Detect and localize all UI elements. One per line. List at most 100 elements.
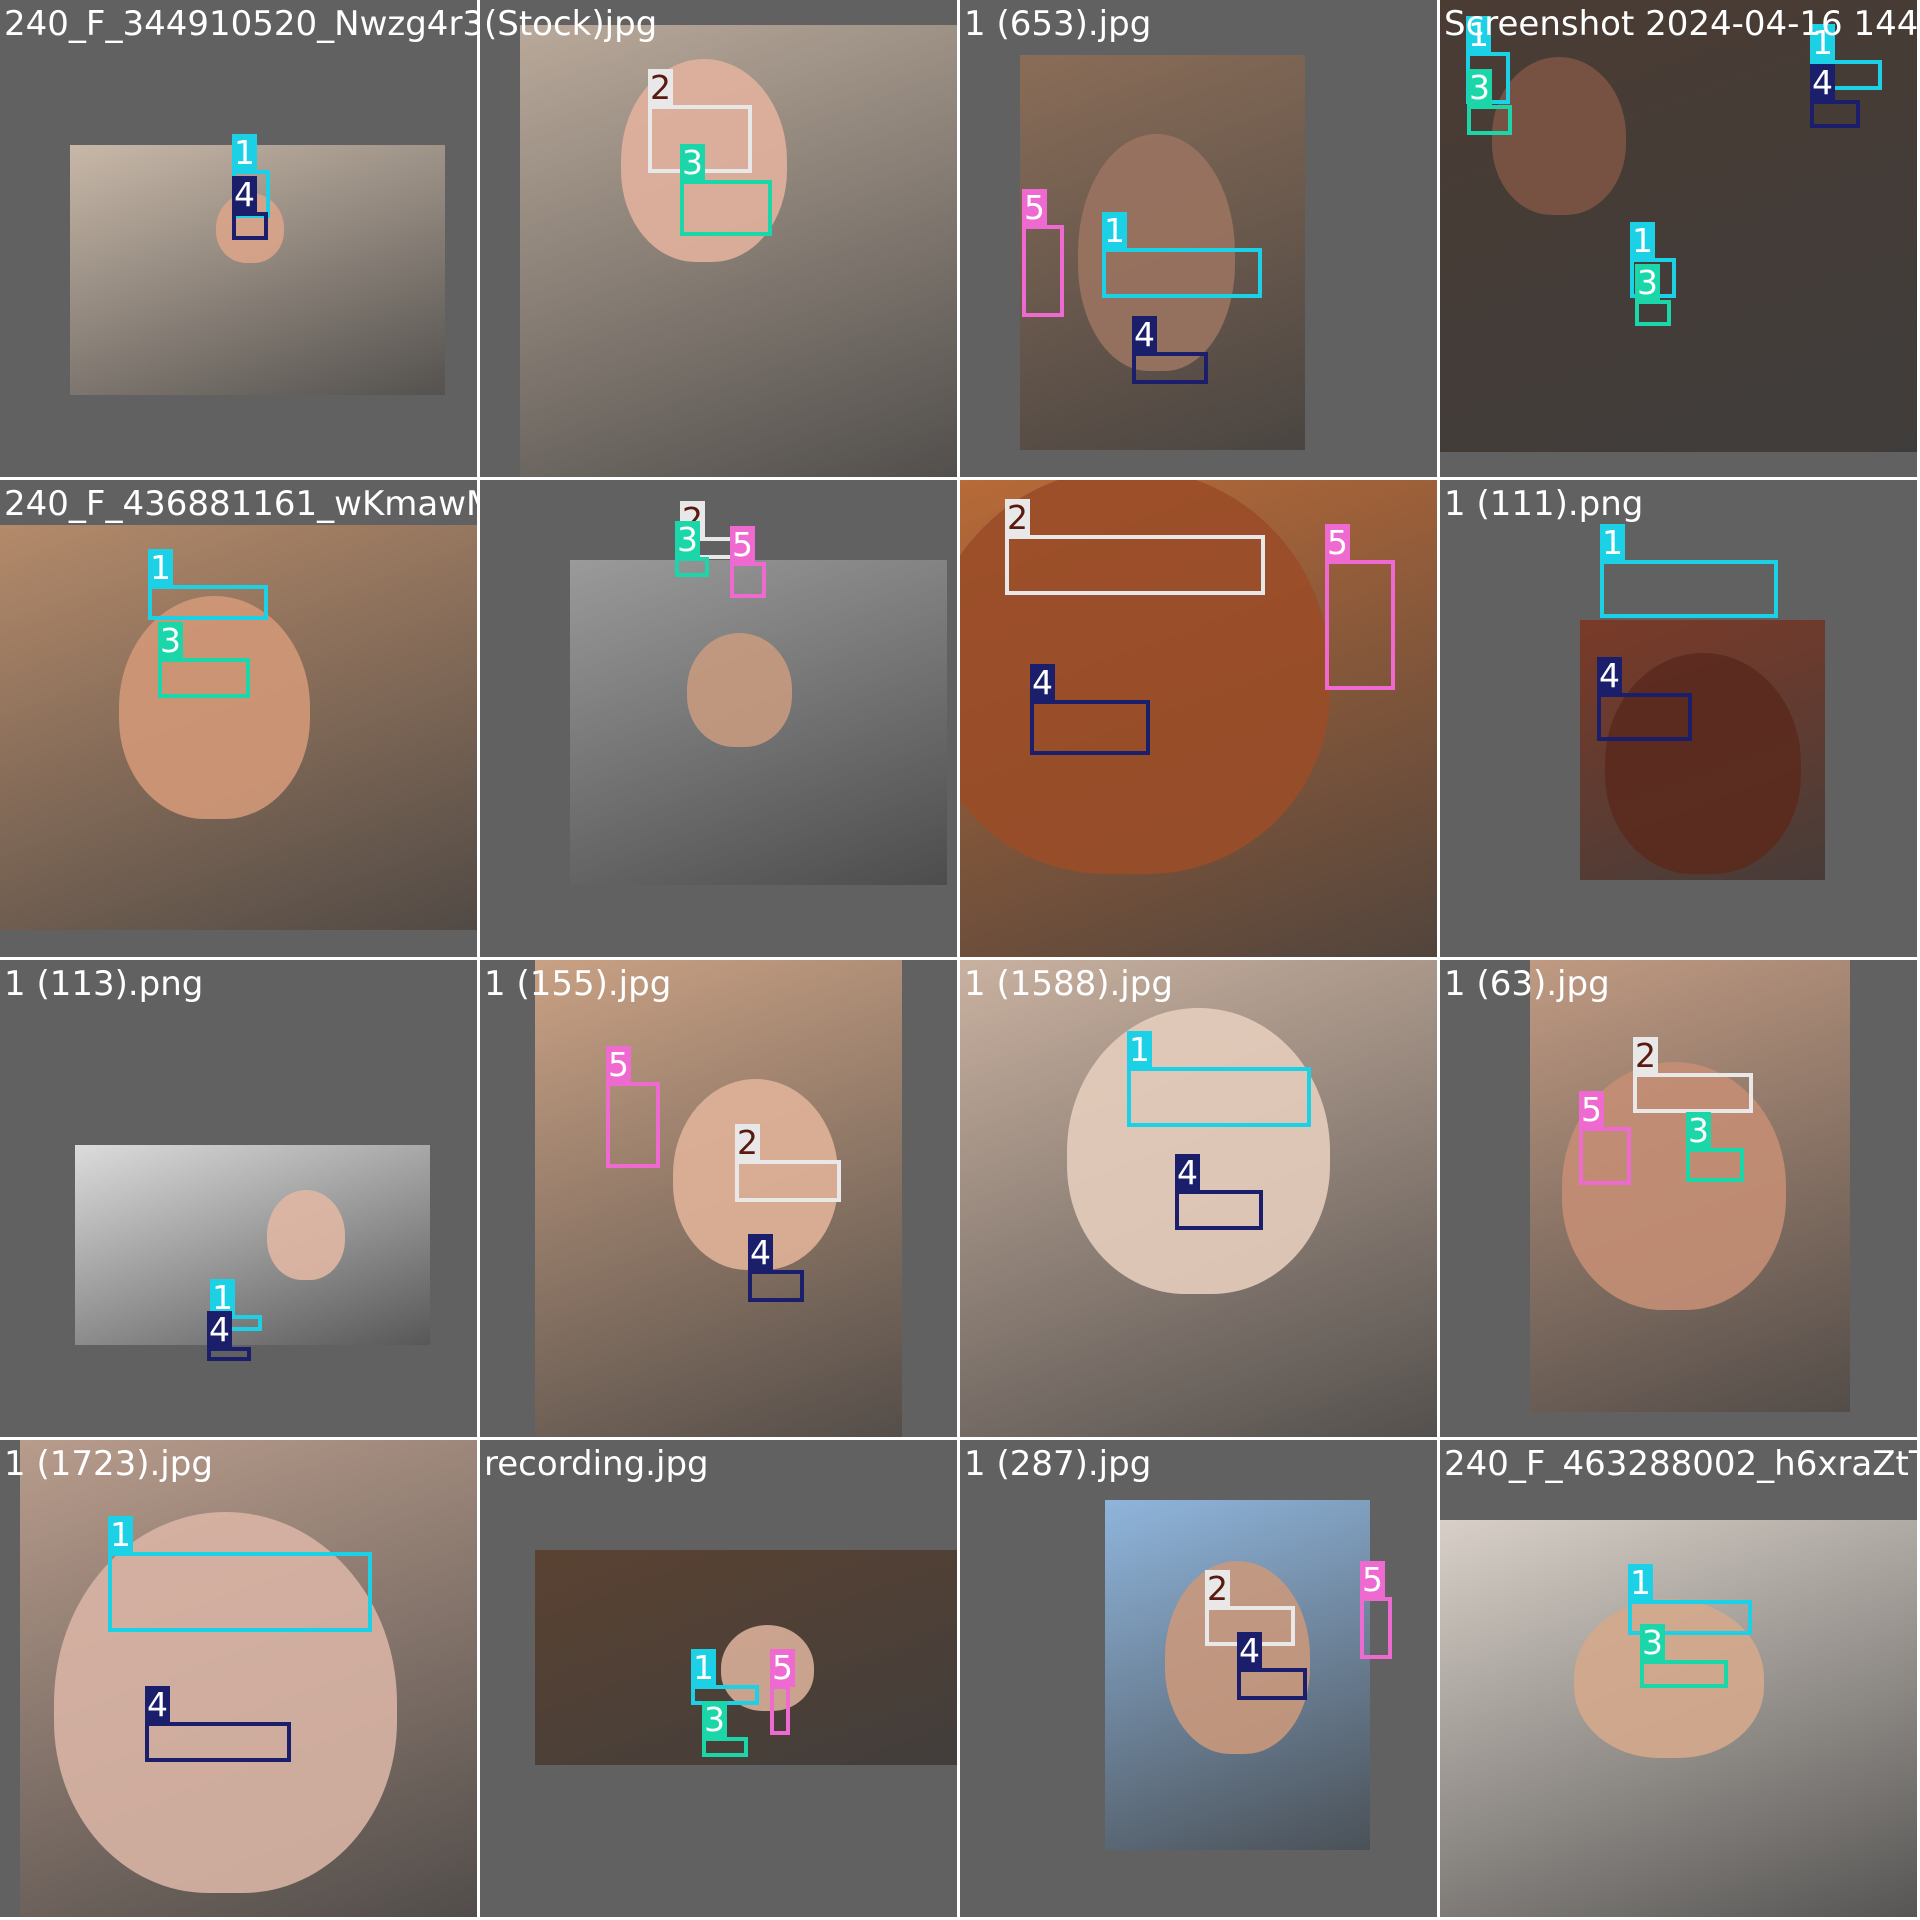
result-cell[interactable]: 1 3 240_F_463288002_h6xraZtT: [1440, 1440, 1917, 1917]
filename-label: 1 (113).png: [4, 964, 204, 1004]
detection-label: 5: [1325, 523, 1350, 562]
detection-box: 5: [730, 526, 766, 598]
detection-label: 2: [1205, 1569, 1230, 1608]
detection-box: 1: [1600, 524, 1778, 618]
detection-label: 4: [207, 1310, 232, 1349]
result-cell[interactable]: 141 (113).png: [0, 960, 477, 1437]
detection-box: 4: [145, 1686, 291, 1762]
detection-label: 1: [1630, 221, 1655, 260]
detection-label: 1: [1600, 523, 1625, 562]
detection-label: 4: [145, 1685, 170, 1724]
filename-label: 1 (63).jpg: [1444, 964, 1610, 1004]
detection-label: 3: [1640, 1623, 1665, 1662]
detection-box: 5: [1325, 524, 1395, 690]
detection-label: 1: [232, 133, 257, 172]
detection-label: 5: [730, 525, 755, 564]
detection-label: 2: [1005, 498, 1030, 537]
face-shape: [1067, 1007, 1330, 1294]
photo: [1530, 960, 1850, 1412]
detection-label: 4: [1175, 1153, 1200, 1192]
filename-label: 1 (1723).jpg: [4, 1444, 213, 1484]
detection-box: 2: [1633, 1037, 1753, 1113]
result-cell[interactable]: 1 4 1 (111).png: [1440, 480, 1917, 957]
detection-label: 4: [1237, 1631, 1262, 1670]
detection-label: 4: [1597, 656, 1622, 695]
photo: [570, 560, 947, 885]
filename-label: (Stock)jpg: [484, 4, 658, 44]
detection-box: 4: [1237, 1632, 1307, 1700]
face-shape: [119, 595, 311, 819]
result-cell[interactable]: 235: [480, 480, 957, 957]
detection-box: 4: [207, 1311, 251, 1361]
detection-label: 2: [1633, 1036, 1658, 1075]
photo: [520, 25, 957, 477]
detection-box: 2: [735, 1124, 841, 1202]
detection-label: 1: [148, 548, 173, 587]
detection-box: 4: [1597, 657, 1692, 741]
detection-box: 3: [675, 521, 709, 577]
detection-box: 4: [232, 176, 268, 240]
filename-label: 1 (155).jpg: [484, 964, 672, 1004]
filename-label: 1 (1588).jpg: [964, 964, 1173, 1004]
face-shape: [686, 633, 793, 747]
result-cell[interactable]: 1 3 240_F_436881161_wKmawMatAlleLSrpEfUjS4…: [0, 480, 477, 957]
photo: [1440, 1520, 1917, 1917]
detection-label: 3: [1467, 68, 1492, 107]
detection-box: 1: [108, 1516, 372, 1632]
detection-label: 1: [1628, 1563, 1653, 1602]
photo: [535, 960, 902, 1437]
detection-label: 3: [158, 621, 183, 660]
filename-label: 240_F_344910520_Nwzg4r3HKFckjNgo.lfbGQK1…: [4, 4, 477, 44]
face-shape: [1492, 56, 1627, 215]
detection-label: 4: [1810, 63, 1835, 102]
detection-box: 4: [1132, 316, 1208, 384]
detection-box: 3: [702, 1701, 748, 1757]
result-cell[interactable]: 25 3 1 (63).jpg: [1440, 960, 1917, 1437]
detection-box: 5: [770, 1649, 795, 1735]
detection-box: 3: [1686, 1112, 1744, 1182]
result-cell[interactable]: 5 2 4 1 (155).jpg: [480, 960, 957, 1437]
detection-label: 4: [1030, 663, 1055, 702]
detection-box: 5: [1579, 1091, 1631, 1185]
result-cell[interactable]: 1 5 3 recording.jpg: [480, 1440, 957, 1917]
detection-box: 3: [158, 622, 250, 698]
detection-box: 1: [148, 549, 268, 620]
detection-label: 3: [1686, 1111, 1711, 1150]
detection-label: 5: [1360, 1560, 1385, 1599]
detection-box: 5: [1360, 1561, 1392, 1659]
filename-label: 240_F_463288002_h6xraZtT: [1444, 1444, 1917, 1484]
filename-label: 1 (287).jpg: [964, 1444, 1152, 1484]
filename-label: 1 (653).jpg: [964, 4, 1152, 44]
detection-label: 5: [606, 1045, 631, 1084]
detection-box: 4: [1030, 664, 1150, 755]
filename-label: 1 (111).png: [1444, 484, 1644, 524]
result-cell[interactable]: 2 5 4: [960, 480, 1437, 957]
photo: [535, 1550, 957, 1765]
detection-box: 5: [1022, 189, 1064, 317]
photo: [20, 1440, 477, 1917]
detection-label: 3: [675, 520, 700, 559]
detection-box: 4: [1810, 64, 1860, 128]
detection-box: 1: [1127, 1031, 1311, 1127]
detection-box: 3: [1640, 1624, 1728, 1688]
detection-results-grid: 1 4 240_F_344910520_Nwzg4r3HKFckjNgo.lfbGQ…: [0, 0, 1920, 1920]
detection-box: 4: [748, 1234, 804, 1302]
result-cell[interactable]: 1 4 1 (1723).jpg: [0, 1440, 477, 1917]
detection-label: 3: [680, 143, 705, 182]
face-shape: [266, 1190, 345, 1280]
face-shape: [1604, 652, 1801, 874]
detection-label: 3: [1635, 263, 1660, 302]
filename-label: 240_F_436881161_wKmawMatAlleLSrpEfUjS4Md…: [4, 484, 477, 524]
result-cell[interactable]: 2 3 (Stock)jpg: [480, 0, 957, 477]
detection-box: 3: [1467, 69, 1512, 135]
detection-box: 3: [680, 144, 772, 236]
result-cell[interactable]: 2 5 4 1 (287).jpg: [960, 1440, 1437, 1917]
result-cell[interactable]: 5 1 4 1 (653).jpg: [960, 0, 1437, 477]
detection-label: 1: [1127, 1030, 1152, 1069]
result-cell[interactable]: 1 4 1 (1588).jpg: [960, 960, 1437, 1437]
detection-box: 2: [1005, 499, 1265, 595]
detection-label: 3: [702, 1700, 727, 1739]
detection-label: 5: [1579, 1090, 1604, 1129]
result-cell[interactable]: 1 4 240_F_344910520_Nwzg4r3HKFckjNgo.lfbGQ…: [0, 0, 477, 477]
result-cell[interactable]: 1 3 1 4 1 3 Screenshot 2024-04-16 144: [1440, 0, 1917, 477]
